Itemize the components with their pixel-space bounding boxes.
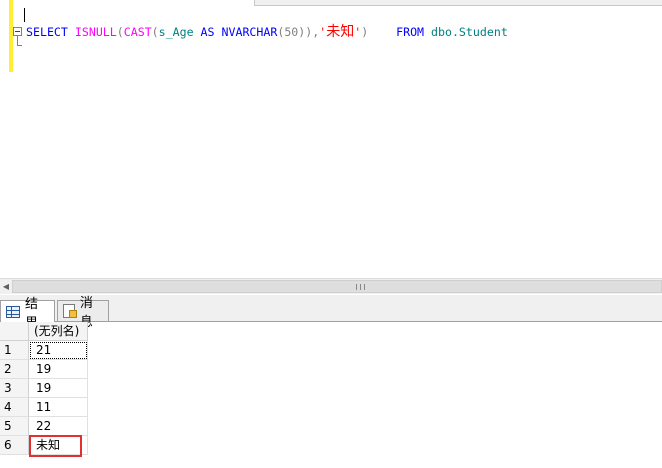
grid-cell[interactable]: 19 xyxy=(29,379,88,398)
grid-cell[interactable]: 21 xyxy=(29,341,88,360)
row-number[interactable]: 5 xyxy=(0,417,29,436)
keyword-from: FROM xyxy=(396,25,425,39)
table-identifier: dbo.Student xyxy=(431,25,508,39)
collapse-outline-icon[interactable] xyxy=(13,27,22,36)
sql-code-line[interactable]: SELECT ISNULL(CAST(s_Age AS NVARCHAR(50)… xyxy=(26,23,508,41)
column-identifier: s_Age xyxy=(158,25,194,39)
paren-open: ( xyxy=(116,25,124,39)
row-number[interactable]: 3 xyxy=(0,379,29,398)
grid-cell[interactable]: 19 xyxy=(29,360,88,379)
outline-guide-end xyxy=(17,45,22,46)
keyword-select: SELECT xyxy=(26,25,68,39)
string-literal: 未知 xyxy=(326,24,355,40)
grid-corner-cell[interactable] xyxy=(0,322,29,341)
grid-cell[interactable]: 11 xyxy=(29,398,88,417)
message-icon xyxy=(63,304,77,318)
paren-close: ) xyxy=(361,25,369,39)
type-length: (50) xyxy=(277,25,306,39)
function-cast: CAST xyxy=(123,25,152,39)
row-number[interactable]: 6 xyxy=(0,436,29,455)
scrollbar-thumb[interactable] xyxy=(12,280,662,293)
results-tab-strip: 结果 消息 xyxy=(0,295,662,331)
grid-cell[interactable]: 22 xyxy=(29,417,88,436)
type-nvarchar: NVARCHAR xyxy=(221,25,278,39)
keyword-as: AS xyxy=(200,25,215,39)
row-number[interactable]: 4 xyxy=(0,398,29,417)
column-header[interactable]: (无列名) xyxy=(29,322,88,341)
grid-icon xyxy=(6,305,20,318)
text-caret xyxy=(24,8,25,22)
sql-editor[interactable]: SELECT ISNULL(CAST(s_Age AS NVARCHAR(50)… xyxy=(0,0,662,278)
paren-close-comma: ), xyxy=(305,25,320,39)
scroll-left-arrow-icon[interactable]: ◀ xyxy=(0,279,12,294)
function-isnull: ISNULL xyxy=(74,25,117,39)
row-number[interactable]: 2 xyxy=(0,360,29,379)
editor-top-divider xyxy=(254,0,662,6)
change-tracking-bar xyxy=(9,0,13,72)
tab-messages[interactable]: 消息 xyxy=(57,296,109,330)
row-number[interactable]: 1 xyxy=(0,341,29,360)
grid-cell[interactable]: 未知 xyxy=(29,436,88,455)
tab-results[interactable]: 结果 xyxy=(0,297,55,331)
scrollbar-grip-icon xyxy=(356,284,365,290)
paren-open: ( xyxy=(151,25,159,39)
